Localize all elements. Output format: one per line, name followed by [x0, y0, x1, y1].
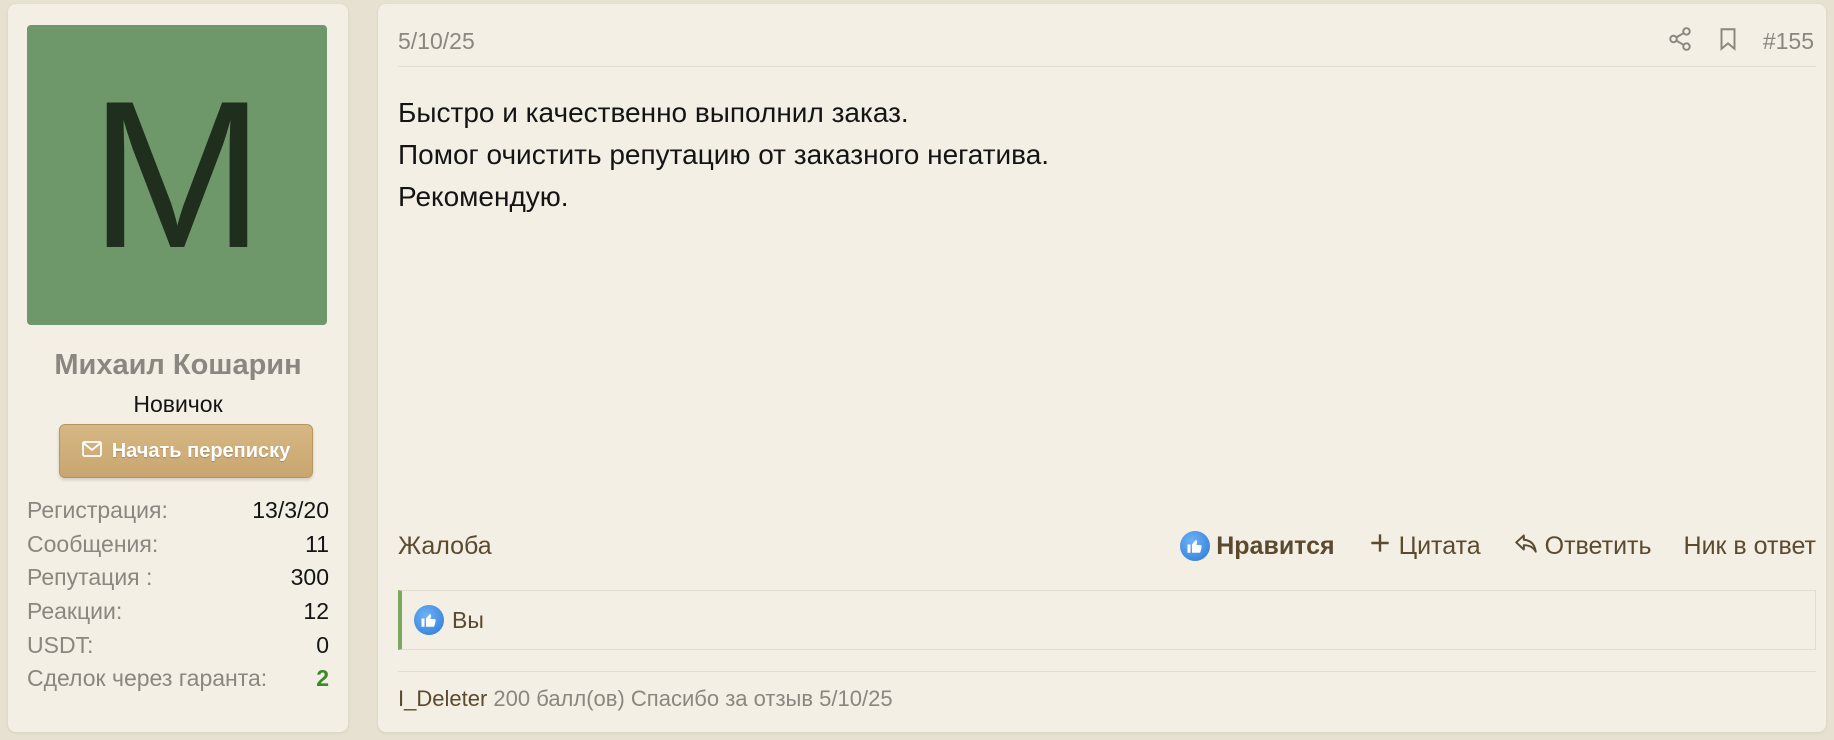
envelope-icon — [81, 440, 102, 463]
reply-button[interactable]: Ответить — [1513, 530, 1652, 563]
stat-label: Регистрация: — [27, 497, 168, 524]
avatar-letter: M — [89, 57, 265, 292]
thumbs-up-icon — [414, 605, 444, 635]
reputation-text: 200 балл(ов) Спасибо за отзыв 5/10/25 — [493, 686, 893, 711]
header-divider — [398, 66, 1816, 67]
reactions-bar[interactable]: Вы — [398, 590, 1816, 650]
reactions-text: Вы — [452, 606, 484, 633]
reply-label: Ответить — [1544, 531, 1652, 560]
thumbs-up-icon — [1180, 531, 1211, 561]
start-conversation-label: Начать переписку — [111, 439, 291, 462]
stat-label: Сообщения: — [27, 530, 159, 557]
stat-label: Сделок через гаранта: — [27, 665, 268, 692]
plus-icon — [1367, 530, 1393, 563]
reputation-note: I_Deleter 200 балл(ов) Спасибо за отзыв … — [398, 686, 893, 712]
stat-messages: Сообщения: 11 — [27, 528, 329, 562]
post-number[interactable]: #155 — [1763, 28, 1814, 55]
quote-button[interactable]: Цитата — [1367, 530, 1481, 563]
stat-reputation: Репутация : 300 — [27, 561, 329, 595]
stat-value: 12 — [303, 598, 329, 625]
post-actions: Жалоба Нравится Цитата Ответить Ник в от… — [398, 524, 1816, 568]
post-line: Рекомендую. — [398, 181, 569, 212]
stat-value: 300 — [290, 564, 329, 591]
stat-label: Реакции: — [27, 598, 123, 625]
stat-value[interactable]: 11 — [305, 531, 329, 558]
post-line: Быстро и качественно выполнил заказ. — [398, 97, 909, 128]
stat-reactions: Реакции: 12 — [27, 595, 329, 629]
like-button[interactable]: Нравится — [1180, 531, 1335, 561]
user-stats: Регистрация: 13/3/20 Сообщения: 11 Репут… — [27, 494, 329, 696]
post-header-actions: #155 — [1667, 26, 1814, 57]
stat-value: 13/3/20 — [252, 497, 329, 524]
bookmark-icon[interactable] — [1715, 26, 1741, 57]
reply-arrow-icon — [1513, 530, 1539, 563]
stat-registration: Регистрация: 13/3/20 — [27, 494, 329, 528]
user-panel: M Михаил Кошарин Новичок Начать переписк… — [8, 4, 348, 732]
stat-value[interactable]: 2 — [316, 665, 329, 692]
stat-label: USDT: — [27, 631, 94, 658]
post-date[interactable]: 5/10/25 — [398, 28, 475, 55]
post-body: Быстро и качественно выполнил заказ. Пом… — [398, 92, 1049, 218]
post-line: Помог очистить репутацию от заказного не… — [398, 139, 1050, 170]
reputation-divider — [398, 671, 1816, 672]
reputation-author-link[interactable]: I_Deleter — [398, 686, 487, 711]
post-actions-right: Нравится Цитата Ответить Ник в ответ — [1180, 530, 1816, 563]
username[interactable]: Михаил Кошарин — [8, 349, 348, 382]
stat-label: Репутация : — [27, 564, 153, 591]
stat-usdt: USDT: 0 — [27, 628, 329, 662]
user-title: Новичок — [133, 391, 223, 417]
share-icon[interactable] — [1667, 26, 1693, 57]
stat-value: 0 — [316, 631, 329, 658]
mention-button[interactable]: Ник в ответ — [1684, 532, 1816, 561]
stat-escrow-deals: Сделок через гаранта: 2 — [27, 662, 329, 696]
report-link[interactable]: Жалоба — [398, 532, 492, 561]
quote-label: Цитата — [1398, 531, 1481, 560]
start-conversation-button[interactable]: Начать переписку — [59, 424, 313, 478]
avatar[interactable]: M — [27, 25, 327, 325]
like-label: Нравится — [1216, 531, 1335, 560]
post: 5/10/25 #155 Быстро и качественно выполн… — [378, 4, 1826, 732]
